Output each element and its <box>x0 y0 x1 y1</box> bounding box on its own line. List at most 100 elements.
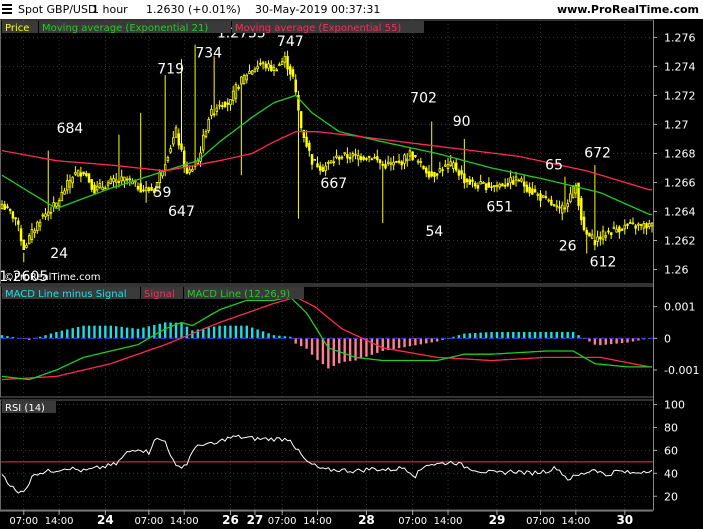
candle-body <box>348 156 352 160</box>
candle-body <box>449 161 452 166</box>
candle-body <box>563 207 567 210</box>
candle-body <box>550 199 553 206</box>
candle-body <box>270 64 273 71</box>
candle-body <box>38 221 42 227</box>
candle-body <box>117 181 121 183</box>
price-annotation: 734 <box>195 46 222 62</box>
candle-body <box>204 131 208 138</box>
macd-histogram-bar <box>104 325 107 339</box>
candle-body <box>128 178 132 181</box>
candle-body <box>604 235 608 238</box>
candle-body <box>346 154 349 159</box>
macd-histogram-bar <box>223 325 227 339</box>
candle-body <box>631 222 635 225</box>
candle-body <box>533 189 537 193</box>
macd-histogram-bar <box>463 333 466 339</box>
candle-body <box>289 66 292 75</box>
price-annotation: 90 <box>453 114 471 130</box>
candle-body <box>112 178 115 182</box>
candle-body <box>267 63 270 69</box>
candle-body <box>172 137 175 145</box>
macd-histogram-bar <box>593 338 597 345</box>
candle-body <box>650 222 654 227</box>
candle-body <box>163 164 167 171</box>
candle-body <box>280 61 284 65</box>
candle-body <box>212 113 216 116</box>
macd-histogram-bar <box>267 333 270 339</box>
candle-body <box>639 224 643 226</box>
candle-body <box>446 164 450 169</box>
candle-body <box>231 90 235 102</box>
candle-body <box>427 171 431 178</box>
candle-body <box>158 172 161 184</box>
candle-body <box>106 182 110 186</box>
candle-body <box>147 187 151 192</box>
candle-body <box>60 192 64 202</box>
candle-body <box>490 186 493 188</box>
time-tick-label: 07:00 <box>134 516 163 527</box>
macd-histogram-bar <box>484 332 488 339</box>
candle-body <box>539 193 542 201</box>
macd-histogram-bar <box>620 338 624 344</box>
candle-body <box>582 216 586 231</box>
candle-body <box>618 226 621 233</box>
candle-body <box>123 176 126 182</box>
candle-body <box>501 183 504 187</box>
candle-body <box>403 154 406 164</box>
macd-histogram-bar <box>610 338 613 345</box>
time-tick-label: 07:00 <box>9 516 38 527</box>
candle-body <box>30 229 34 240</box>
candle-body <box>109 178 113 184</box>
macd-histogram-bar <box>299 338 303 347</box>
candle-body <box>555 205 559 208</box>
time-tick-label: 07:00 <box>398 516 427 527</box>
macd-histogram-bar <box>93 325 96 339</box>
candle-body <box>261 62 265 65</box>
price-tick-label: 1.26 <box>664 263 689 276</box>
time-tick-label: 28 <box>358 513 375 527</box>
macd-histogram-bar <box>240 325 243 339</box>
candle-body <box>386 161 390 164</box>
rsi-tick-label: 100 <box>664 399 685 412</box>
macd-histogram-bar <box>430 338 433 343</box>
candle-body <box>278 64 281 67</box>
candle-body <box>484 183 488 190</box>
candle-body <box>90 179 93 190</box>
candle-body <box>294 79 297 93</box>
macd-histogram-bar <box>60 330 64 339</box>
chart-canvas[interactable]: 1.276 1.274 1.272 1.27 1.268 1.266 1.264 1.262 1… <box>0 0 703 529</box>
macd-histogram-bar <box>207 327 210 339</box>
price-annotation: 702 <box>410 91 437 107</box>
macd-histogram-bar <box>115 326 118 339</box>
candle-body <box>166 157 170 161</box>
watermark: ©ProRealTime.com <box>4 272 100 283</box>
candle-body <box>433 172 436 177</box>
candle-body <box>49 211 53 214</box>
candle-body <box>634 225 637 229</box>
macd-histogram-bar <box>332 338 335 366</box>
price-annotation: 667 <box>320 176 347 192</box>
candle-body <box>144 187 148 192</box>
candle-body <box>286 56 289 70</box>
candle-body <box>329 160 333 164</box>
candle-body <box>223 101 227 108</box>
candle-body <box>411 151 414 161</box>
candle-body <box>191 168 194 172</box>
time-tick-label: 07:00 <box>526 516 555 527</box>
macd-histogram-bar <box>359 338 363 359</box>
candle-body <box>82 171 85 175</box>
macd-histogram-bar <box>310 338 314 355</box>
price-annotation: 65 <box>545 157 563 173</box>
rsi-legend-label: RSI (14) <box>5 403 45 414</box>
candle-body <box>150 187 153 191</box>
macd-histogram-bar <box>321 338 325 365</box>
macd-legend-label: Signal <box>144 289 175 300</box>
candle-body <box>104 187 107 190</box>
price-legend-label: Price <box>5 23 29 34</box>
candle-body <box>308 142 311 151</box>
candle-body <box>98 183 102 188</box>
candle-body <box>525 184 529 192</box>
macd-histogram-bar <box>98 325 102 339</box>
candle-body <box>242 75 246 85</box>
candle-body <box>245 74 249 81</box>
